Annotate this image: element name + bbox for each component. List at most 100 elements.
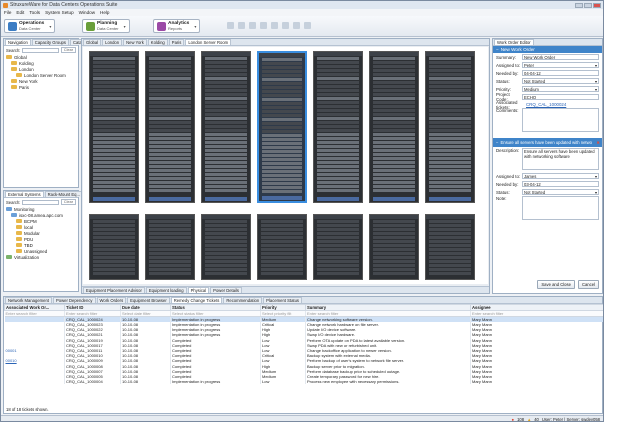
menu-item-file[interactable]: File [4,10,11,15]
cancel-button[interactable]: Cancel [577,280,599,289]
maximize-button[interactable] [584,2,592,8]
operations-nav-button[interactable]: Operations Data Center ▾ [4,19,56,33]
search-input[interactable] [22,47,59,53]
rack-unit [429,181,471,184]
location-tree: Global Kolding London London Server Room New… [4,54,78,90]
rack[interactable] [425,51,475,203]
minimize-button[interactable] [575,2,583,8]
menu-item-tools[interactable]: Tools [29,10,40,15]
rack[interactable] [313,51,363,203]
alert-count[interactable]: 108 [517,417,524,422]
rack[interactable] [201,51,251,203]
toolbar-icon[interactable] [249,22,256,29]
menu-item-window[interactable]: Window [79,10,95,15]
field-input[interactable]: 04-04-12 [522,70,599,76]
tab-london[interactable]: London [102,39,123,45]
toolbar-icon[interactable] [293,22,300,29]
rack[interactable] [257,51,307,203]
toolbar-icon[interactable] [227,22,234,29]
rack[interactable] [201,214,251,280]
toolbar-icon[interactable] [282,22,289,29]
menu-item-edit[interactable]: Edit [16,10,24,15]
search-input[interactable] [22,199,59,205]
table-cell: Low [260,379,306,385]
toolbar-icon[interactable] [260,22,267,29]
rack-unit [262,170,302,173]
collapse-icon[interactable]: − [496,47,499,52]
rack-unit [205,73,247,76]
collapse-icon[interactable]: − [496,140,498,145]
tab-equipment-browser[interactable]: Equipment Browser [127,297,170,303]
field-dropdown[interactable]: Not Started [522,189,599,195]
tab-power-details[interactable]: Power Details [210,287,243,293]
rack-unit [205,117,247,120]
tab-new-york[interactable]: New York [123,39,147,45]
top-navigation-bar: Operations Data Center ▾ Planning Data Cen… [1,16,603,37]
note-field[interactable] [522,196,599,220]
analytics-nav-button[interactable]: Analytics Reports ▾ [153,19,201,33]
field-input[interactable]: ECHO [522,94,599,100]
tab-equipment-loading[interactable]: Equipment loading [145,287,187,293]
menu-item-help[interactable]: Help [100,10,109,15]
rack[interactable] [369,214,419,280]
tab-rack-mount-equipment[interactable]: Rack-Mount Eq... [44,191,83,197]
rack[interactable] [89,214,139,280]
rack-unit [429,189,471,192]
tab-london-server-room[interactable]: London Server Room [185,39,232,45]
tab-placement-status[interactable]: Placement Status [263,297,302,303]
planning-sublabel: Data Center [97,26,119,31]
rack[interactable] [313,214,363,280]
tab-equipment-placement-advisor[interactable]: Equipment Placement Advisor [83,287,145,293]
save-and-close-button[interactable]: Save and Close [537,280,575,289]
field-dropdown[interactable]: Not Started [522,78,599,84]
table-row[interactable]: CRQ_CAL_1000004 10-10-08 Implementation in… [4,379,603,385]
rack-unit [262,62,302,65]
rack[interactable] [145,51,195,203]
tree-node[interactable]: Virtualization [4,254,78,260]
tab-kolding[interactable]: Kolding [147,39,168,45]
close-window-button[interactable] [593,2,601,8]
field-dropdown[interactable]: James [522,173,599,179]
rack[interactable] [257,214,307,280]
associated-ticket-link[interactable]: CRQ_CAL_1000024 [526,102,566,107]
rack[interactable] [369,51,419,203]
toolbar-icon[interactable] [238,22,245,29]
rack[interactable] [89,51,139,203]
rack[interactable] [145,214,195,280]
clear-button[interactable]: Clear [60,47,76,53]
warning-count[interactable]: 40 [534,417,539,422]
tab-work-orders[interactable]: Work Orders [96,297,127,303]
tab-power-dependency[interactable]: Power Dependency [52,297,96,303]
tab-external-systems[interactable]: External Systems [5,191,44,197]
field-input[interactable]: 03-04-12 [522,181,599,187]
toolbar-icon[interactable] [271,22,278,29]
tab-physical[interactable]: Physical [187,287,210,293]
tab-global[interactable]: Global [83,39,102,45]
tab-recommendation[interactable]: Recommendation [223,297,263,303]
tab-navigation[interactable]: Navigation [5,39,31,45]
tab-network-management[interactable]: Network Management [5,297,52,303]
field-dropdown[interactable]: Medium [522,86,599,92]
tab-paris[interactable]: Paris [168,39,185,45]
planning-nav-button[interactable]: Planning Data Center ▾ [82,19,130,33]
rack-unit [93,137,135,140]
field-dropdown[interactable]: Peter [522,62,599,68]
task-title: Ensure all servers have been updated wit… [500,140,592,145]
tab-capacity-groups[interactable]: Capacity Groups [31,39,69,45]
clear-button[interactable]: Clear [60,199,76,205]
rack[interactable] [425,214,475,280]
tree-node[interactable]: Paris [4,84,78,90]
comments-field[interactable] [522,108,599,132]
rack-unit [373,252,415,255]
toolbar-icon[interactable] [304,22,311,29]
delete-task-icon[interactable]: ✖ [596,140,600,145]
description-field[interactable]: Ensure all servers have been updated wit… [522,148,599,170]
menu-item-system-setup[interactable]: System Setup [45,10,74,15]
field-input[interactable]: New Work Order [522,54,599,60]
rack-unit [373,248,415,251]
rack-layout-canvas[interactable] [83,47,488,284]
rack-unit [93,129,135,132]
tab-work-order-editor[interactable]: Work Order Editor [494,39,534,45]
tab-remedy-change-tickets[interactable]: Remedy Change Tickets [170,297,223,303]
rack-unit [205,232,247,235]
